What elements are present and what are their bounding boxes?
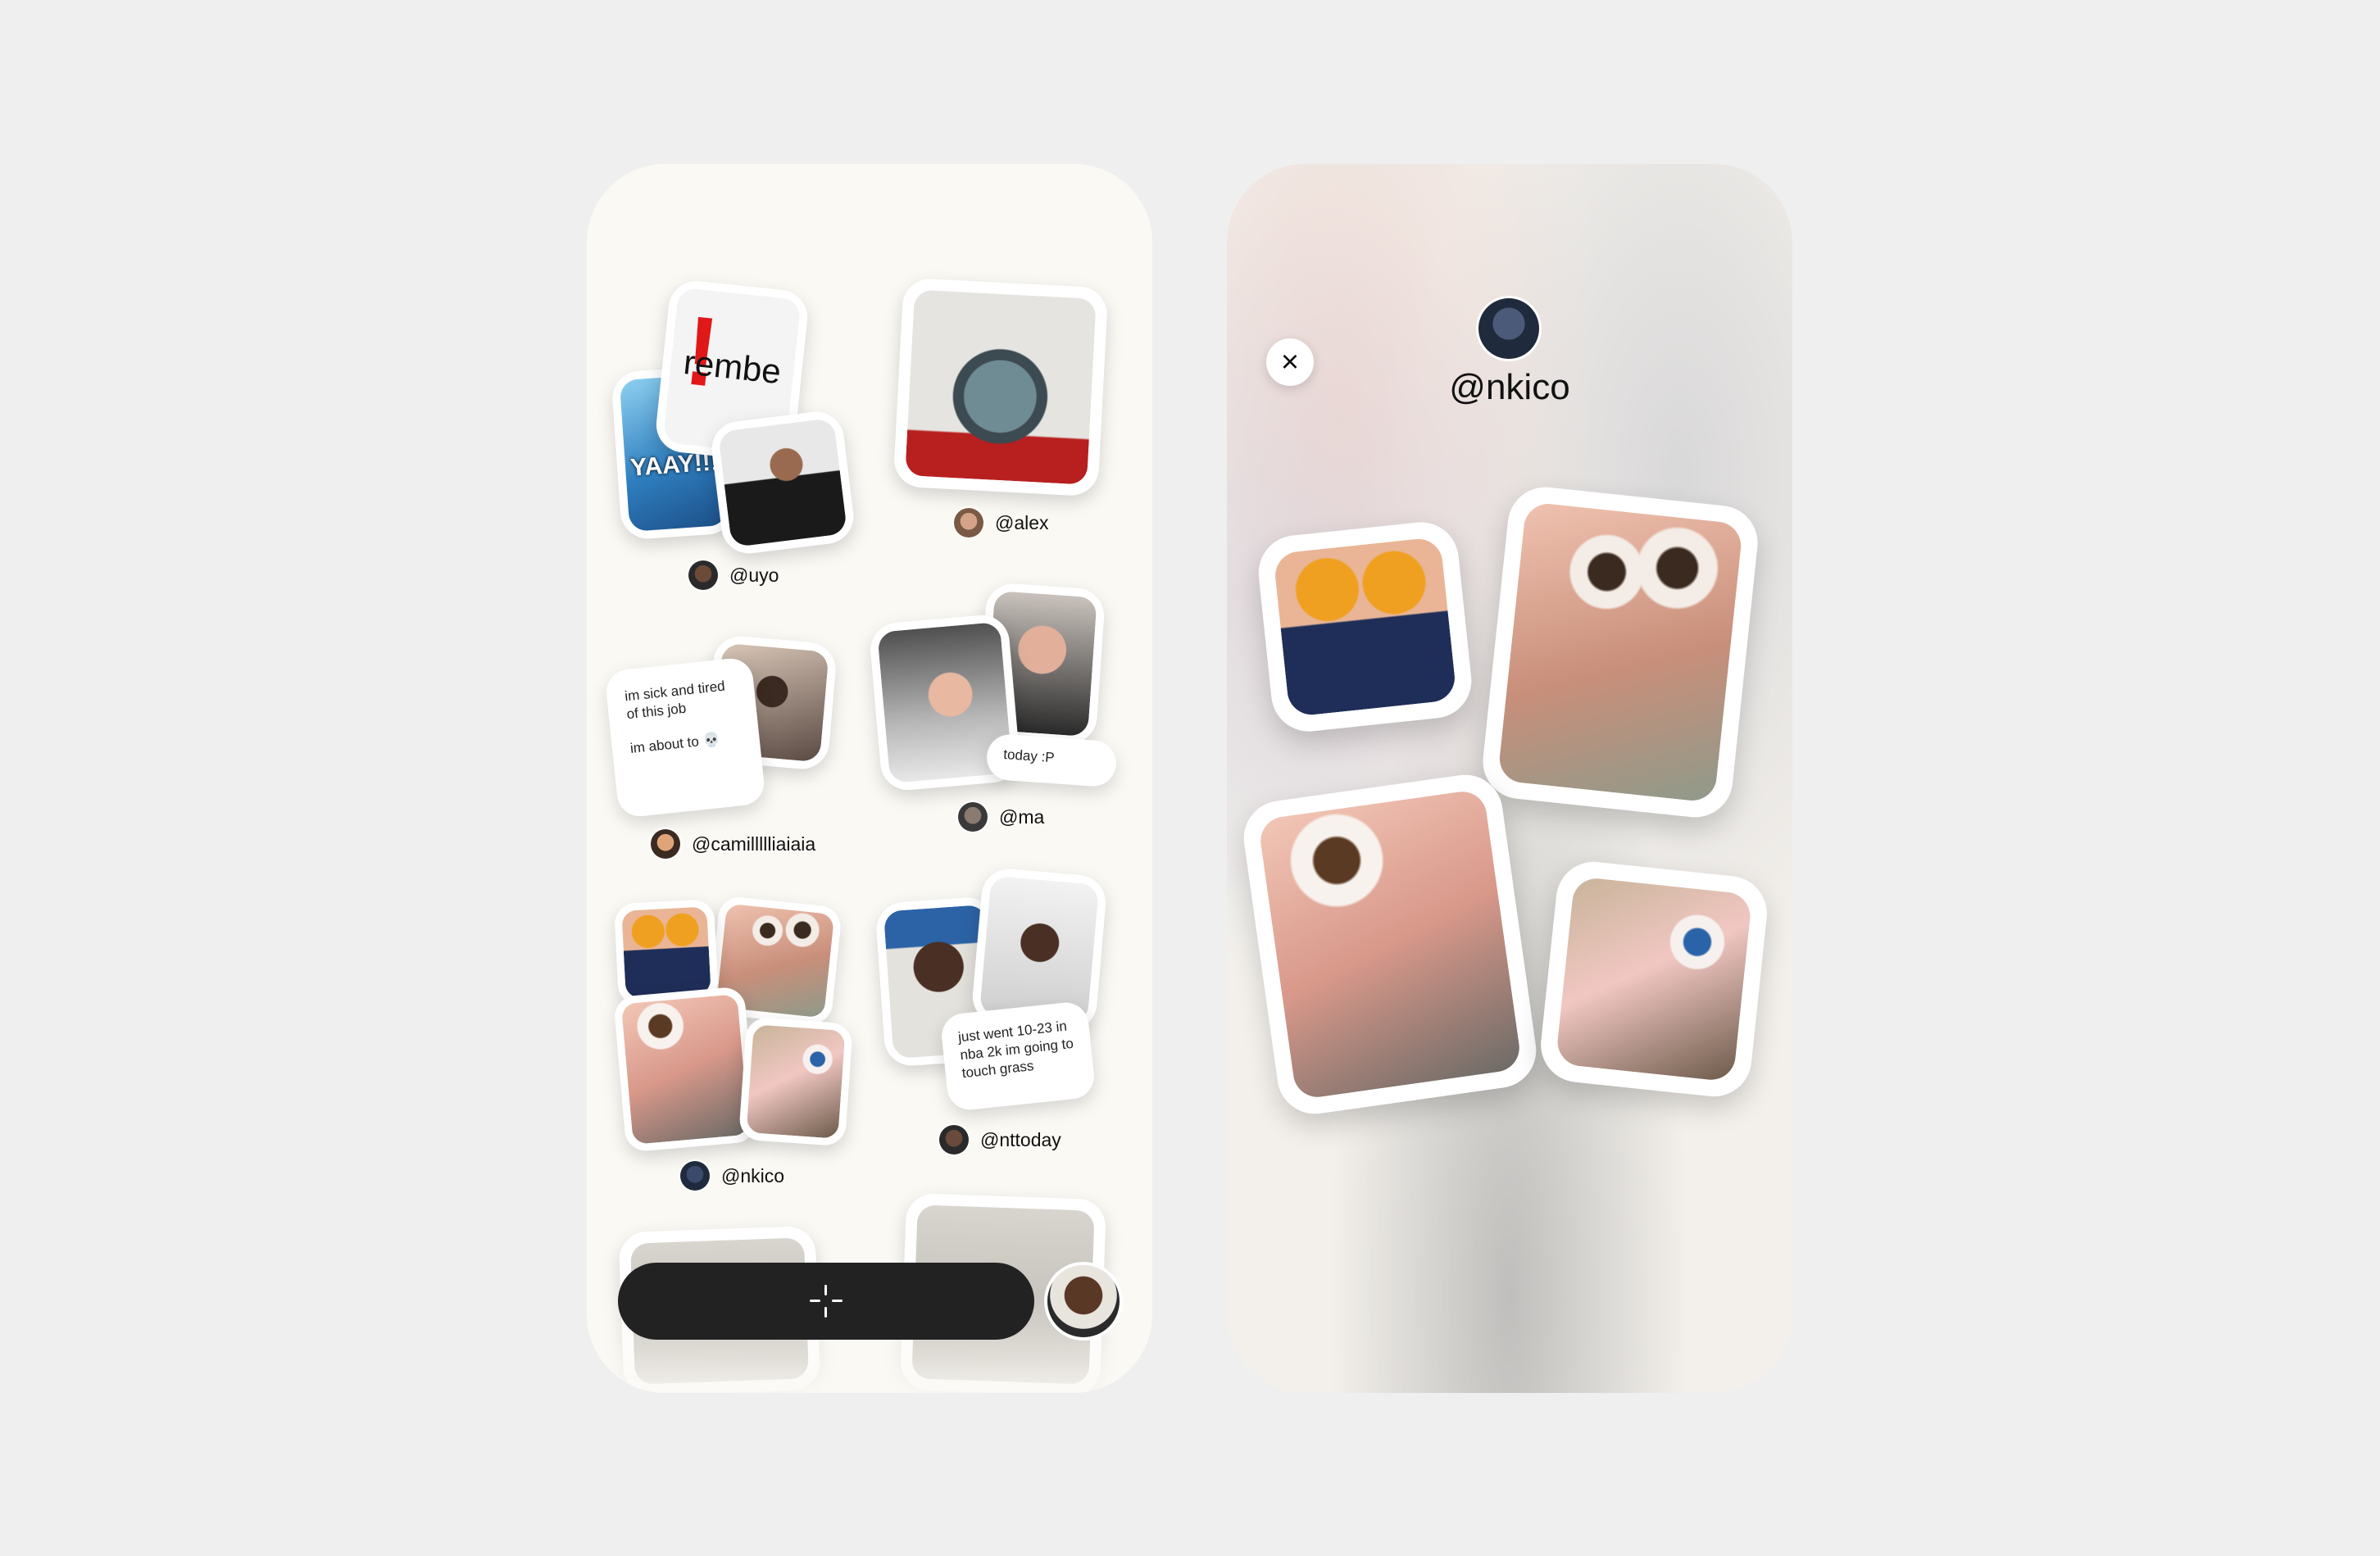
photo-card[interactable] [613, 986, 757, 1153]
username: @camillllliaiaia [692, 832, 816, 855]
detail-username: @nkico [1449, 367, 1570, 407]
photo-card[interactable] [1238, 769, 1542, 1119]
feed-screen: YAAY!!! ! rembe @uyo @alex im sick and t… [587, 164, 1152, 1393]
avatar [958, 802, 988, 832]
avatar [939, 1125, 969, 1155]
username: @ma [999, 805, 1045, 828]
photo-card[interactable] [738, 1016, 854, 1147]
username: @uyo [729, 564, 779, 586]
user-tag[interactable]: @camillllliaiaia [651, 829, 815, 859]
user-tag[interactable]: @nkico [680, 1161, 784, 1191]
add-post-button[interactable] [618, 1263, 1034, 1340]
photo-card[interactable] [1478, 483, 1762, 821]
photo [1257, 788, 1523, 1100]
sparkle-plus-icon [810, 1285, 843, 1318]
avatar [688, 560, 718, 590]
username: @nttoday [980, 1128, 1061, 1150]
avatar [680, 1161, 710, 1191]
photo [1273, 536, 1457, 718]
avatar [651, 829, 680, 859]
text-note[interactable]: today :P [985, 733, 1118, 788]
note-text: just went 10-23 in nba 2k im going to to… [957, 1018, 1074, 1082]
profile-avatar-button[interactable] [1047, 1265, 1120, 1337]
photo [621, 906, 711, 999]
user-tag[interactable]: @nttoday [939, 1125, 1061, 1155]
photo-card[interactable] [708, 408, 857, 557]
text-note[interactable]: just went 10-23 in nba 2k im going to to… [939, 1000, 1097, 1113]
note-text: im about to 💀 [629, 731, 721, 757]
photo-card[interactable] [1255, 518, 1475, 736]
photo [620, 994, 750, 1145]
text-note[interactable]: im sick and tired of this job im about t… [604, 656, 766, 819]
note-text: im sick and tired of this job [624, 678, 726, 723]
photo [905, 289, 1097, 485]
avatar [1478, 298, 1539, 359]
photo [746, 1024, 846, 1139]
username: @nkico [721, 1164, 785, 1186]
photo-card[interactable] [892, 277, 1109, 497]
user-tag[interactable]: @alex [954, 508, 1049, 538]
photo [979, 875, 1100, 1024]
photo [1555, 876, 1753, 1082]
photo-card[interactable] [1537, 858, 1771, 1100]
user-tag[interactable]: @uyo [688, 560, 779, 590]
user-detail-screen: × @nkico [1227, 164, 1792, 1393]
avatar [954, 508, 983, 538]
user-tag[interactable]: @ma [958, 802, 1044, 832]
note-text: today :P [1002, 746, 1056, 766]
username: @alex [995, 511, 1049, 533]
photo [1497, 501, 1744, 803]
photo [717, 417, 848, 548]
